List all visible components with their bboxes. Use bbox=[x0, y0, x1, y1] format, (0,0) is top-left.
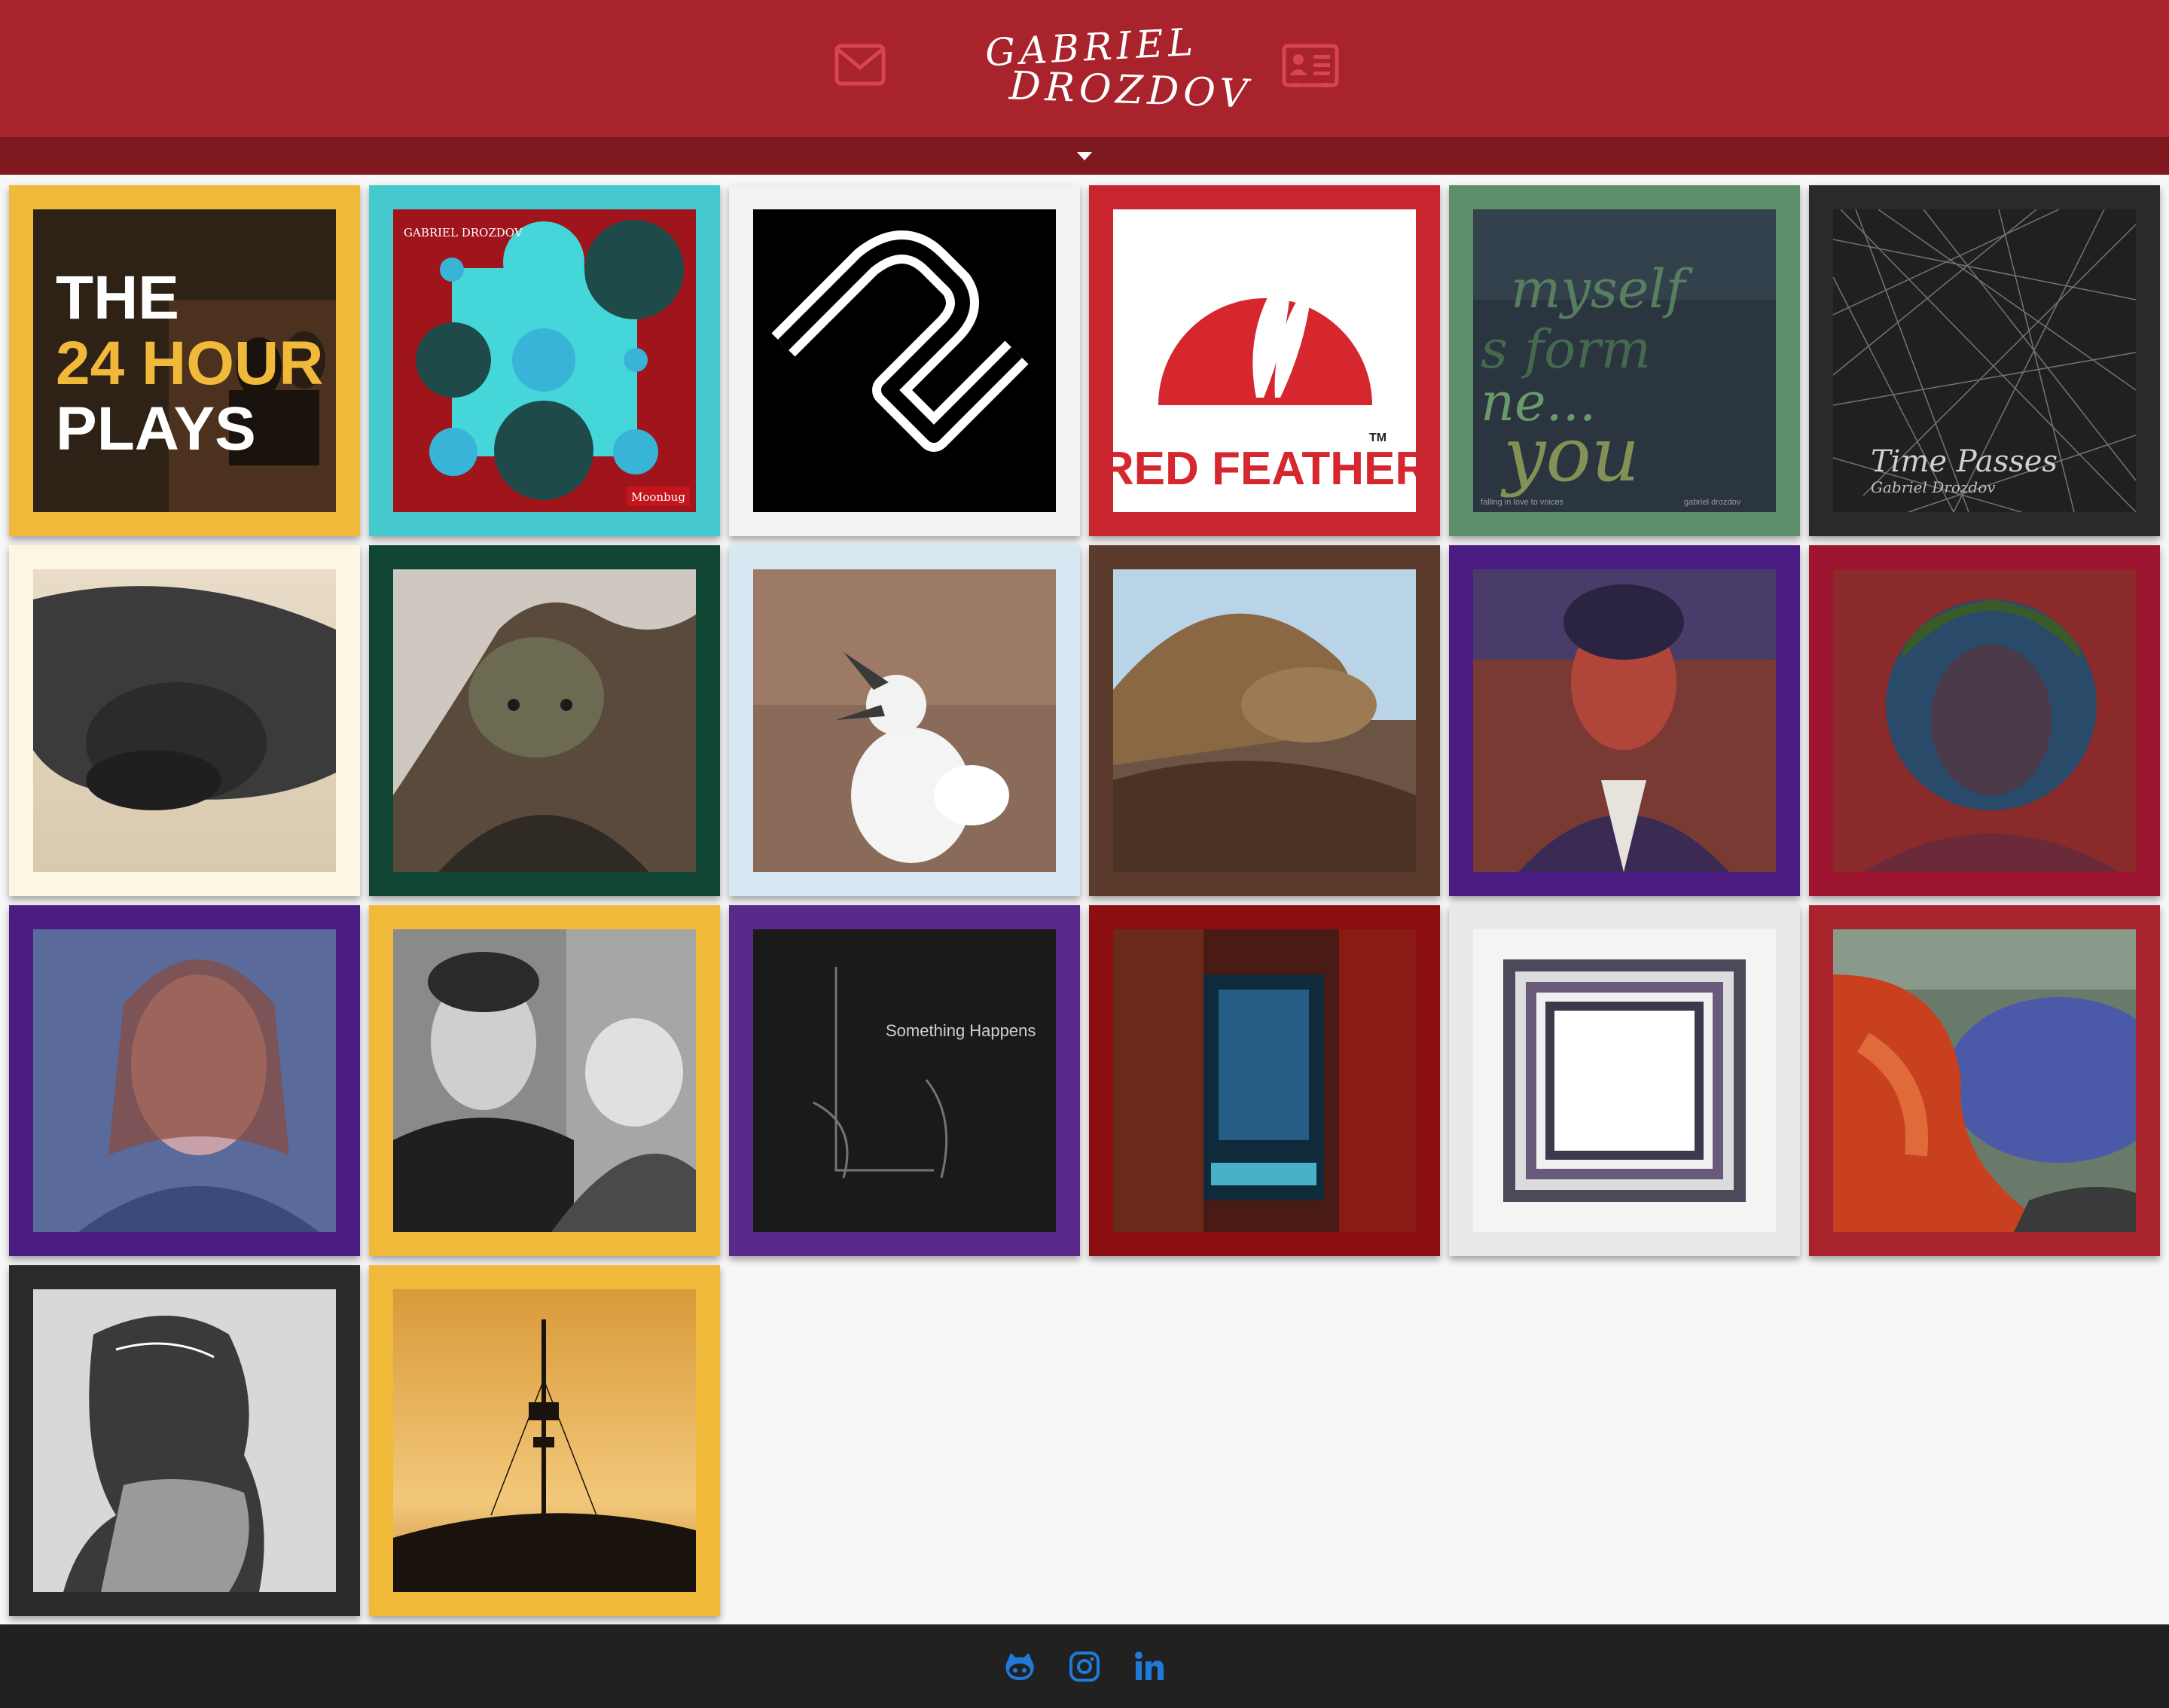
gallery-item-marine-iguana[interactable] bbox=[369, 545, 720, 896]
artwork-sea-lion-pup bbox=[33, 569, 336, 872]
caption-right: gabriel drozdov bbox=[1684, 498, 1741, 507]
artwork-blue-door bbox=[1113, 929, 1416, 1232]
gallery-item-portrait-boy[interactable] bbox=[1809, 545, 2160, 896]
caret-down-icon bbox=[1077, 152, 1092, 160]
art-title: Something Happens bbox=[886, 1021, 1036, 1040]
art-title: Time Passes bbox=[1871, 444, 2058, 479]
artwork-moonbug: GABRIEL DROZDOV Moonbug bbox=[393, 209, 696, 512]
title-line-1: THE bbox=[56, 264, 179, 332]
artwork-portrait-boy bbox=[1833, 569, 2136, 872]
gallery-item-something-happens[interactable]: Something Happens bbox=[729, 905, 1080, 1256]
drawer-toggle[interactable] bbox=[0, 137, 2169, 175]
site-header: GABRIEL DROZDOV bbox=[0, 0, 2169, 137]
gallery-item-24-hour-plays[interactable]: THE 24 HOUR PLAYS bbox=[9, 185, 360, 536]
site-footer bbox=[0, 1624, 2169, 1708]
gallery-grid: THE 24 HOUR PLAYS GABRIEL DROZDOV Moonbu… bbox=[0, 175, 2169, 1624]
gallery-item-sea-lion[interactable] bbox=[1089, 545, 1440, 896]
gallery-item-father-child[interactable] bbox=[369, 905, 720, 1256]
site-logo[interactable]: GABRIEL DROZDOV bbox=[979, 20, 1253, 117]
gallery-item-nested-squares[interactable] bbox=[1449, 905, 1800, 1256]
envelope-icon[interactable] bbox=[834, 44, 886, 86]
artwork-crumpled-head bbox=[33, 1289, 336, 1592]
artwork-booby-chick bbox=[753, 569, 1056, 872]
brand-name: RED FEATHER bbox=[1113, 443, 1416, 495]
gallery-item-blue-door[interactable] bbox=[1089, 905, 1440, 1256]
gallery-item-time-passes[interactable]: Time Passes Gabriel Drozdov bbox=[1809, 185, 2160, 536]
artwork-portrait-woman bbox=[33, 929, 336, 1232]
linkedin-icon[interactable] bbox=[1133, 1650, 1166, 1683]
art-label-top: GABRIEL DROZDOV bbox=[404, 226, 523, 239]
gallery-item-sea-lion-pup[interactable] bbox=[9, 545, 360, 896]
logo-last-name: DROZDOV bbox=[1008, 63, 1253, 117]
artwork-something-happens: Something Happens bbox=[753, 929, 1056, 1232]
gallery-item-red-feather[interactable]: RED FEATHER TM bbox=[1089, 185, 1440, 536]
caption-left: falling in love to voices bbox=[1481, 498, 1564, 507]
artwork-portrait-man bbox=[1473, 569, 1776, 872]
gallery-item-logo-mark[interactable] bbox=[729, 185, 1080, 536]
art-label-bottom: Moonbug bbox=[631, 490, 685, 504]
artwork-logo-mark bbox=[753, 209, 1056, 512]
gallery-item-crumpled-head[interactable] bbox=[9, 1265, 360, 1616]
art-subtitle: Gabriel Drozdov bbox=[1871, 478, 1996, 496]
svg-text:myself: myself bbox=[1511, 258, 1694, 320]
artwork-24-hour-plays: THE 24 HOUR PLAYS bbox=[33, 209, 336, 512]
gallery-item-voices[interactable]: myself s form ne... you falling in love … bbox=[1449, 185, 1800, 536]
artwork-voices: myself s form ne... you falling in love … bbox=[1473, 209, 1776, 512]
artwork-red-feather: RED FEATHER TM bbox=[1113, 209, 1416, 512]
gallery-item-moonbug[interactable]: GABRIEL DROZDOV Moonbug bbox=[369, 185, 720, 536]
svg-text:you: you bbox=[1500, 410, 1640, 499]
title-line-2: 24 HOUR bbox=[56, 329, 323, 398]
gallery-item-tower-sunset[interactable] bbox=[369, 1265, 720, 1616]
trademark: TM bbox=[1369, 432, 1387, 444]
gallery-item-portrait-man[interactable] bbox=[1449, 545, 1800, 896]
github-icon[interactable] bbox=[1003, 1650, 1036, 1683]
artwork-sea-lion bbox=[1113, 569, 1416, 872]
artwork-marine-iguana bbox=[393, 569, 696, 872]
contact-card-icon[interactable] bbox=[1282, 44, 1339, 87]
gallery-item-coastline[interactable] bbox=[1809, 905, 2160, 1256]
instagram-icon[interactable] bbox=[1068, 1650, 1101, 1683]
gallery-item-portrait-woman[interactable] bbox=[9, 905, 360, 1256]
artwork-nested-squares bbox=[1473, 929, 1776, 1232]
artwork-father-child bbox=[393, 929, 696, 1232]
gallery-item-booby-chick[interactable] bbox=[729, 545, 1080, 896]
artwork-coastline bbox=[1833, 929, 2136, 1232]
artwork-tower-sunset bbox=[393, 1289, 696, 1592]
artwork-time-passes: Time Passes Gabriel Drozdov bbox=[1833, 209, 2136, 512]
title-line-3: PLAYS bbox=[56, 395, 256, 463]
